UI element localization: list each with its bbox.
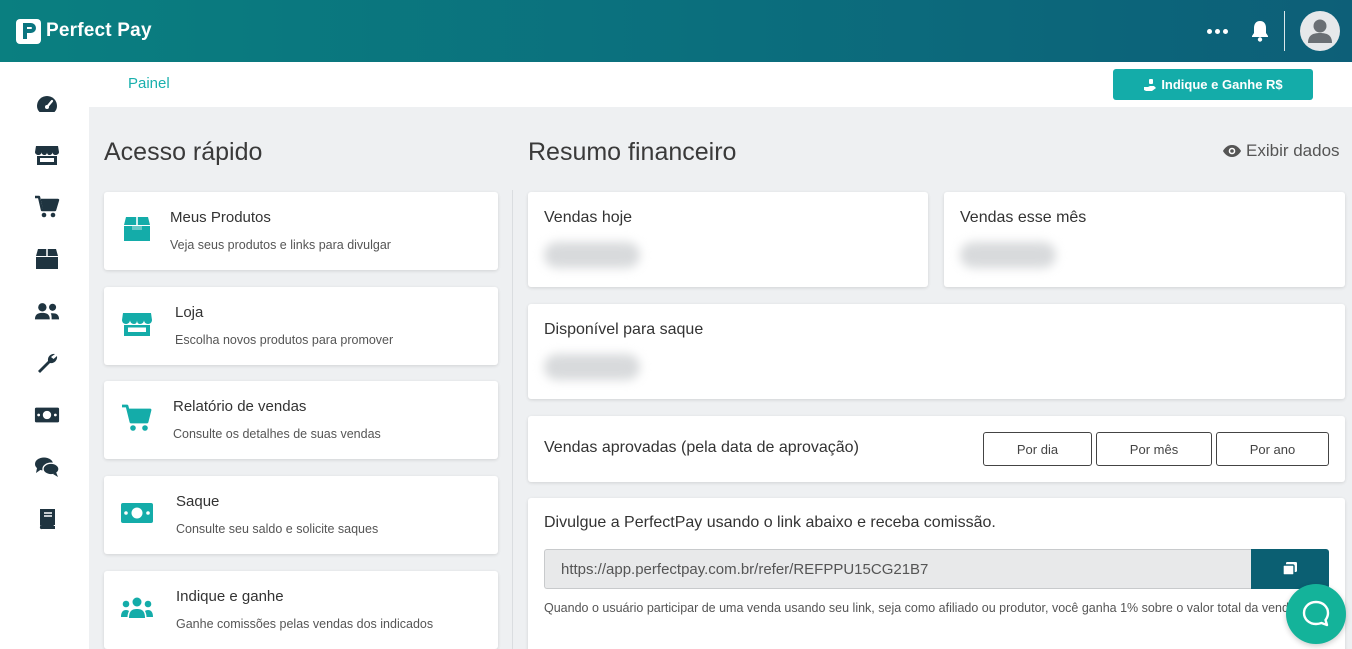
period-year-button[interactable]: Por ano <box>1216 432 1329 466</box>
show-data-toggle[interactable]: Exibir dados <box>1222 141 1340 161</box>
users-icon[interactable] <box>34 298 60 324</box>
wrench-icon[interactable] <box>34 350 60 376</box>
book-icon[interactable] <box>34 506 60 532</box>
financial-summary-title: Resumo financeiro <box>528 138 737 166</box>
quick-card-meus-produtos[interactable]: Meus Produtos Veja seus produtos e links… <box>104 192 498 270</box>
quick-card-subtitle: Veja seus produtos e links para divulgar <box>170 238 391 252</box>
approved-sales-card: Vendas aprovadas (pela data de aprovação… <box>528 416 1345 482</box>
bell-icon[interactable] <box>1250 20 1270 42</box>
logo-mark-icon <box>16 18 41 44</box>
quick-access-title: Acesso rápido <box>104 138 263 166</box>
quick-card-title: Meus Produtos <box>170 209 271 226</box>
breadcrumb-bar: Painel Indique e Ganhe R$ <box>89 62 1352 107</box>
quick-card-indique-ganhe[interactable]: Indique e ganhe Ganhe comissões pelas ve… <box>104 571 498 649</box>
indique-ganhe-label: Indique e Ganhe R$ <box>1161 77 1283 92</box>
logo[interactable]: Perfect Pay <box>16 18 152 44</box>
quick-card-subtitle: Consulte seu saldo e solicite saques <box>176 522 379 536</box>
sales-month-label: Vendas esse mês <box>960 209 1087 226</box>
quick-card-subtitle: Ganhe comissões pelas vendas dos indicad… <box>176 617 434 631</box>
box-icon[interactable] <box>34 246 60 272</box>
period-month-button[interactable]: Por mês <box>1096 432 1212 466</box>
indique-ganhe-button[interactable]: Indique e Ganhe R$ <box>1113 69 1313 100</box>
header-divider <box>1284 11 1285 51</box>
hidden-value <box>544 354 640 380</box>
box-icon <box>120 214 154 244</box>
hidden-value <box>960 242 1056 268</box>
hand-money-icon <box>1144 78 1157 91</box>
users-icon <box>120 593 154 623</box>
chat-icon[interactable] <box>34 454 60 480</box>
quick-card-subtitle: Escolha novos produtos para promover <box>175 333 394 347</box>
approved-sales-label: Vendas aprovadas (pela data de aprovação… <box>544 439 859 456</box>
cart-icon <box>120 403 154 433</box>
money-icon[interactable] <box>34 402 60 428</box>
quick-card-title: Saque <box>176 493 220 510</box>
sales-today-card: Vendas hoje <box>528 192 928 287</box>
column-divider <box>512 190 513 649</box>
top-bar: Perfect Pay <box>0 0 1352 62</box>
referral-note: Quando o usuário participar de uma venda… <box>544 601 1300 615</box>
sales-month-card: Vendas esse mês <box>944 192 1345 287</box>
sidebar <box>0 62 89 649</box>
show-data-label: Exibir dados <box>1246 141 1340 160</box>
quick-card-title: Relatório de vendas <box>173 398 307 415</box>
quick-card-saque[interactable]: Saque Consulte seu saldo e solicite saqu… <box>104 476 498 554</box>
more-icon[interactable] <box>1207 28 1228 34</box>
eye-icon <box>1223 145 1241 157</box>
quick-card-title: Indique e ganhe <box>176 588 284 605</box>
cart-icon[interactable] <box>34 194 60 220</box>
period-day-button[interactable]: Por dia <box>983 432 1092 466</box>
available-label: Disponível para saque <box>544 321 704 338</box>
copy-link-button[interactable] <box>1251 549 1329 589</box>
referral-title: Divulgue a PerfectPay usando o link abai… <box>544 514 996 531</box>
quick-card-loja[interactable]: Loja Escolha novos produtos para promove… <box>104 287 498 365</box>
store-icon[interactable] <box>34 142 60 168</box>
copy-icon <box>1282 562 1297 576</box>
sales-today-label: Vendas hoje <box>544 209 633 226</box>
user-avatar-icon[interactable] <box>1300 11 1340 51</box>
hidden-value <box>544 242 640 268</box>
breadcrumb-painel[interactable]: Painel <box>128 75 170 92</box>
referral-card: Divulgue a PerfectPay usando o link abai… <box>528 498 1345 649</box>
chat-bubble-icon <box>1302 600 1330 627</box>
quick-card-title: Loja <box>175 304 204 321</box>
quick-card-relatorio-vendas[interactable]: Relatório de vendas Consulte os detalhes… <box>104 381 498 459</box>
available-balance-card: Disponível para saque <box>528 304 1345 399</box>
quick-card-subtitle: Consulte os detalhes de suas vendas <box>173 427 381 441</box>
referral-link-field[interactable]: https://app.perfectpay.com.br/refer/REFP… <box>544 549 1251 589</box>
chat-support-button[interactable] <box>1286 584 1346 644</box>
money-icon <box>120 498 154 528</box>
dashboard-icon[interactable] <box>34 91 60 117</box>
store-icon <box>120 309 154 339</box>
logo-text: Perfect Pay <box>46 20 152 41</box>
